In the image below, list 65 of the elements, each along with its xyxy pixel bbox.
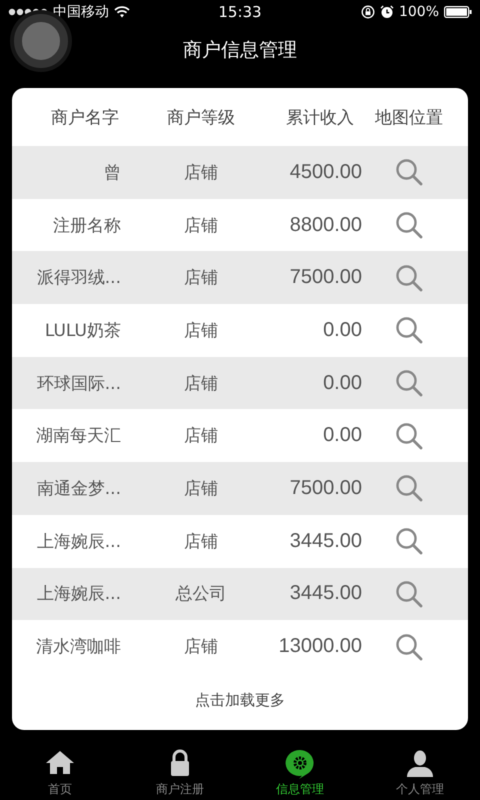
table-cell-text: 8800.00	[288, 214, 363, 237]
table-cell-text: 店铺	[183, 162, 219, 184]
search-icon[interactable]	[395, 527, 423, 556]
table-cell-text: 店铺	[183, 267, 219, 290]
table-row[interactable]: 南通金梦... 店铺 7500.00	[12, 462, 468, 515]
search-icon[interactable]	[395, 580, 423, 608]
table-row[interactable]: 环球国际... 店铺 0.00	[12, 356, 468, 410]
clock-time: 15:33	[217, 3, 263, 21]
table-cell-text: 店铺	[183, 636, 219, 658]
table-cell-text: 4500.00	[288, 160, 363, 184]
tab-bar-item[interactable]: 信息管理	[240, 748, 360, 798]
search-icon[interactable]	[395, 632, 423, 661]
table-cell-text: 店铺	[183, 530, 219, 553]
table-row[interactable]: 曾 店铺 4500.00	[12, 146, 468, 199]
gear-chat-icon	[284, 748, 316, 780]
table-cell-text: 环球国际...	[36, 372, 122, 395]
battery-percent: 100%	[398, 4, 439, 20]
table-cell-text: 0.00	[322, 318, 363, 342]
search-icon[interactable]	[395, 422, 423, 450]
column-header: 商户等级	[166, 106, 236, 128]
rotation-lock-icon	[360, 5, 375, 19]
tab-bar-item[interactable]: 商户注册	[120, 748, 240, 798]
table-cell-text: 店铺	[183, 425, 219, 448]
table-row[interactable]: 注册名称 店铺 8800.00	[12, 198, 468, 252]
table-cell-text: 13000.00	[278, 635, 363, 658]
table-cell-text: 曾	[103, 162, 122, 184]
table-cell-text: 总公司	[174, 583, 228, 606]
table-cell-text: 南通金梦...	[36, 478, 122, 500]
wifi-icon	[114, 6, 130, 18]
table-row[interactable]: 派得羽绒... 店铺 7500.00	[12, 251, 468, 304]
table-cell-text: 3445.00	[288, 582, 363, 606]
table-cell-text: 上海婉辰...	[36, 530, 122, 553]
column-header: 累计收入	[285, 106, 355, 128]
column-header: 商户名字	[50, 106, 120, 128]
search-icon[interactable]	[395, 316, 423, 344]
table-cell-text: 店铺	[183, 478, 219, 500]
alarm-clock-icon	[380, 5, 394, 19]
person-icon	[404, 748, 436, 780]
tab-bar-item[interactable]: 个人管理	[360, 748, 480, 798]
tab-bar-item[interactable]: 首页	[0, 748, 120, 798]
search-icon[interactable]	[395, 211, 423, 240]
column-header: 地图位置	[374, 106, 444, 128]
table-cell-text: 3445.00	[288, 530, 363, 553]
search-icon[interactable]	[395, 158, 423, 186]
search-icon[interactable]	[395, 369, 423, 398]
table-cell-text: 店铺	[183, 372, 219, 395]
load-more-button[interactable]: 点击加载更多	[187, 686, 293, 714]
table-cell-text: 店铺	[183, 320, 219, 342]
table-cell-text: 0.00	[322, 372, 363, 395]
table-cell-text: 湖南每天汇	[35, 425, 122, 448]
table-cell-text: 上海婉辰...	[36, 583, 122, 606]
table-cell-text: LULU奶茶	[44, 320, 122, 342]
table-cell-text: 注册名称	[52, 214, 122, 237]
carrier-name: 中国移动	[53, 3, 109, 21]
search-icon[interactable]	[395, 474, 423, 502]
table-row[interactable]: 上海婉辰... 总公司 3445.00	[12, 568, 468, 620]
search-icon[interactable]	[395, 264, 423, 292]
table-cell-text: 7500.00	[288, 266, 363, 290]
table-cell-text: 0.00	[322, 424, 363, 448]
battery-icon	[444, 6, 472, 18]
table-cell-text: 清水湾咖啡	[35, 636, 122, 658]
table-cell-text: 7500.00	[288, 476, 363, 500]
table-cell-text: 派得羽绒...	[36, 267, 122, 290]
table-cell-text: 店铺	[183, 214, 219, 237]
page-title: 商户信息管理	[183, 38, 297, 63]
